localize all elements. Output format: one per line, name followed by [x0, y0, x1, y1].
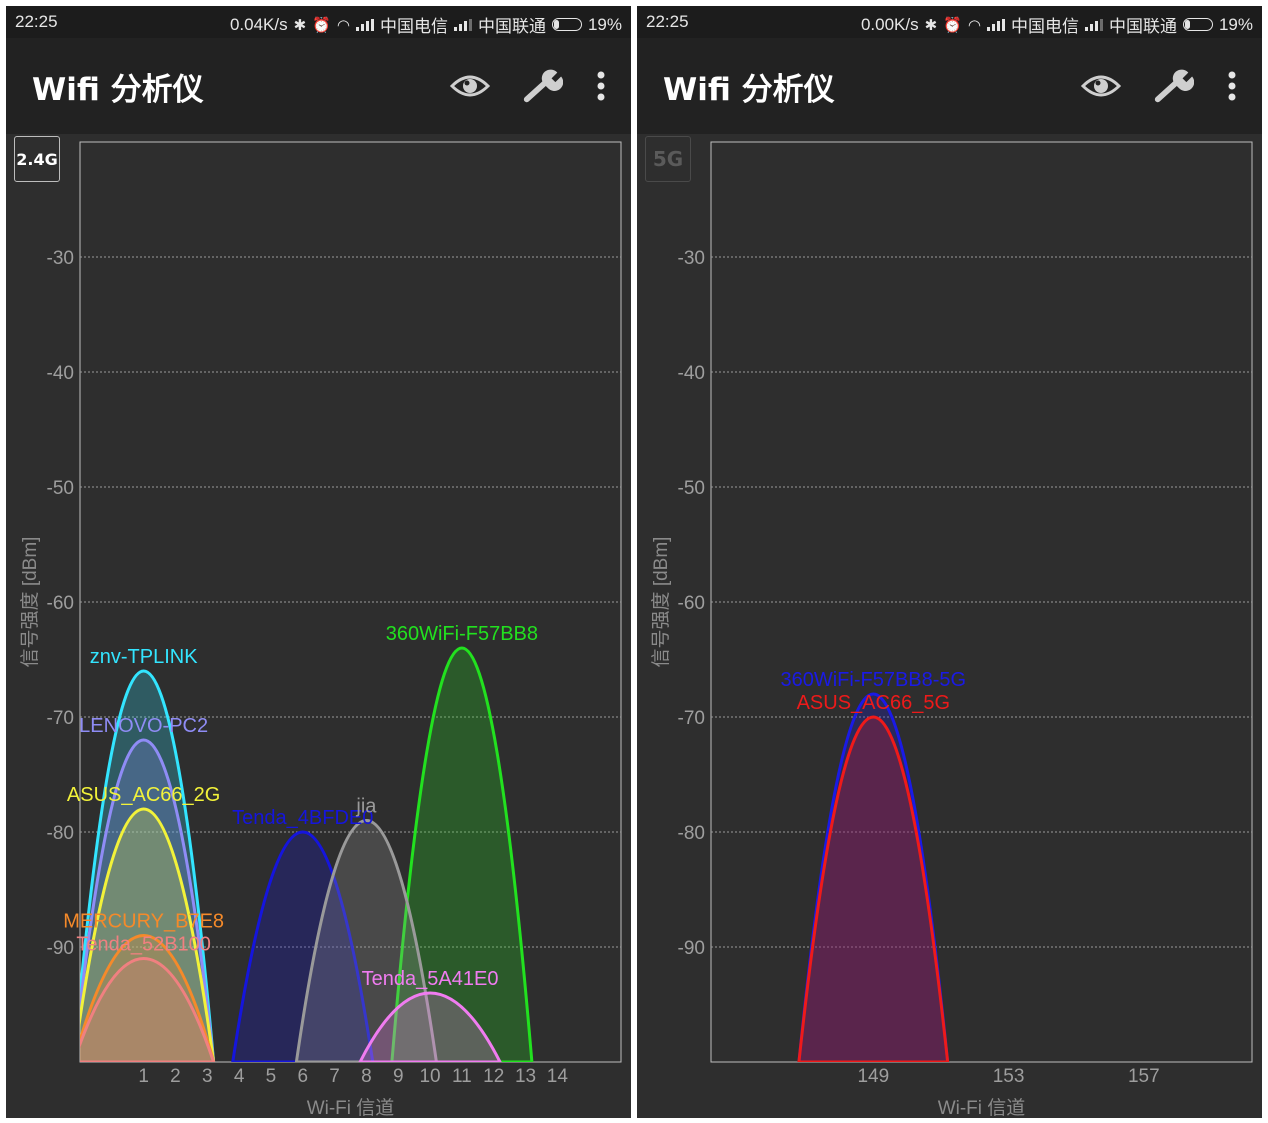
status-time: 22:25 [646, 12, 689, 31]
y-tick-label: -50 [678, 478, 705, 499]
y-axis-label: 信号强度 [dBm] [19, 537, 41, 668]
network-label: Tenda_52B100 [76, 934, 211, 956]
wifi-icon: ◠ [967, 15, 981, 34]
band-toggle-button[interactable]: 2.4G [14, 136, 60, 182]
battery-icon [551, 18, 582, 31]
phone-right: 22:25 0.00K/s ✱ ⏰ ◠ 中国电信 中国联通 19% Wifi 分… [637, 6, 1262, 1118]
y-tick-label: -50 [47, 478, 74, 499]
x-tick-label: 9 [393, 1066, 404, 1087]
network-speed: 0.04K/s [229, 14, 288, 34]
network-speed: 0.00K/s [860, 14, 919, 34]
battery-icon [1182, 18, 1213, 31]
x-tick-label: 11 [452, 1066, 472, 1087]
phone-left: 22:25 0.04K/s ✱ ⏰ ◠ 中国电信 中国联通 19% Wifi 分… [6, 6, 631, 1118]
network-label: ASUS_AC66_5G [797, 692, 950, 714]
y-tick-label: -30 [678, 248, 705, 269]
y-tick-label: -40 [678, 363, 705, 384]
eye-icon[interactable] [1080, 66, 1122, 106]
x-tick-label: 7 [329, 1066, 340, 1087]
status-time: 22:25 [15, 12, 58, 31]
carrier-2: 中国联通 [477, 17, 546, 36]
eye-icon[interactable] [449, 66, 491, 106]
carrier-1: 中国电信 [379, 17, 448, 36]
network-label: Tenda_4BFDE0 [232, 807, 373, 829]
network-label: MERCURY_B7E8 [63, 911, 224, 933]
signal-icon [1084, 18, 1103, 31]
x-tick-label: 8 [361, 1066, 372, 1087]
signal-icon [453, 18, 472, 31]
signal-chart: -30 -40 -50 -60 -70 -80 -90 149 153 157 Wi-Fi 信道 信号… [650, 141, 1253, 1118]
y-tick-label: -60 [47, 593, 74, 614]
x-tick-label: 6 [297, 1066, 308, 1087]
app-bar: Wifi 分析仪 [6, 38, 631, 134]
y-tick-label: -80 [47, 823, 74, 844]
app-title: Wifi 分析仪 [32, 72, 204, 108]
more-vert-icon[interactable] [1224, 66, 1240, 106]
x-tick-label: 1 [138, 1066, 149, 1087]
bluetooth-icon: ✱ [293, 15, 307, 34]
status-bar: 22:25 0.00K/s ✱ ⏰ ◠ 中国电信 中国联通 19% [637, 6, 1262, 38]
alarm-icon: ⏰ [943, 15, 962, 34]
x-axis-label: Wi-Fi 信道 [938, 1097, 1026, 1118]
app-title: Wifi 分析仪 [663, 72, 835, 108]
signal-icon [355, 18, 374, 31]
network-label: ASUS_AC66_2G [67, 784, 220, 806]
network-label: Tenda_5A41E0 [362, 968, 499, 990]
y-tick-label: -60 [678, 593, 705, 614]
network-label: znv-TPLINK [90, 646, 198, 668]
signal-chart: -30-40-50-60-70-80-901 2 3 4 5 6 7 8 9 10 11 12 13 14… [19, 141, 622, 1118]
x-tick-label: 149 [857, 1066, 889, 1087]
y-tick-label: -90 [678, 938, 705, 959]
carrier-1: 中国电信 [1010, 17, 1079, 36]
x-tick-label: 153 [993, 1066, 1025, 1087]
y-tick-label: -40 [47, 363, 74, 384]
network-label: 360WiFi-F57BB8-5G [780, 669, 966, 691]
wrench-icon[interactable] [1152, 66, 1194, 106]
y-tick-label: -70 [678, 708, 705, 729]
app-bar: Wifi 分析仪 [637, 38, 1262, 134]
network-label: 360WiFi-F57BB8 [386, 623, 538, 645]
x-tick-label: 2 [170, 1066, 181, 1087]
battery-percent: 19% [1218, 14, 1253, 34]
status-bar: 22:25 0.04K/s ✱ ⏰ ◠ 中国电信 中国联通 19% [6, 6, 631, 38]
band-toggle-button[interactable]: 5G [645, 136, 691, 182]
x-axis-label: Wi-Fi 信道 [307, 1097, 395, 1118]
y-tick-label: -90 [47, 938, 74, 959]
wrench-icon[interactable] [521, 66, 563, 106]
bluetooth-icon: ✱ [924, 15, 938, 34]
x-tick-label: 5 [266, 1066, 277, 1087]
alarm-icon: ⏰ [312, 15, 331, 34]
network-curve [797, 715, 950, 1062]
x-tick-label: 157 [1128, 1066, 1160, 1087]
y-tick-label: -70 [47, 708, 74, 729]
x-tick-label: 14 [547, 1066, 569, 1087]
carrier-2: 中国联通 [1108, 17, 1177, 36]
x-tick-label: 4 [234, 1066, 245, 1087]
network-label: LENOVO-PC2 [79, 715, 208, 737]
x-tick-label: 10 [419, 1066, 440, 1087]
x-tick-label: 13 [515, 1066, 536, 1087]
x-tick-label: 3 [202, 1066, 213, 1087]
more-vert-icon[interactable] [593, 66, 609, 106]
y-axis-label: 信号强度 [dBm] [650, 537, 672, 668]
y-tick-label: -80 [678, 823, 705, 844]
battery-percent: 19% [587, 14, 622, 34]
x-tick-label: 12 [483, 1066, 504, 1087]
y-tick-label: -30 [47, 248, 74, 269]
signal-icon [986, 18, 1005, 31]
wifi-icon: ◠ [336, 15, 350, 34]
network-label: jia [355, 796, 377, 818]
